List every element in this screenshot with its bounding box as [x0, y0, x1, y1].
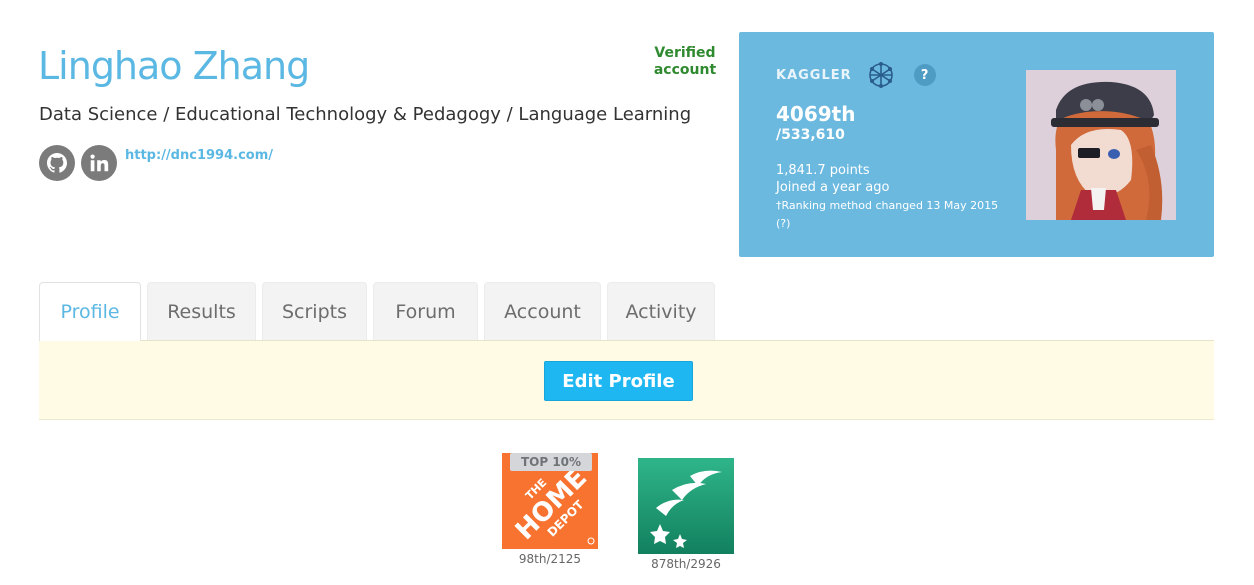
kaggler-row: KAGGLER ? — [776, 60, 936, 90]
tab-results[interactable]: Results — [147, 282, 256, 340]
profile-tabs: Profile Results Scripts Forum Account Ac… — [39, 282, 715, 341]
tab-activity[interactable]: Activity — [607, 282, 715, 340]
user-rank: 4069th — [776, 102, 856, 126]
ranking-method-help-link[interactable]: (?) — [776, 217, 790, 230]
competition-result: 878th/2926 — [651, 557, 721, 571]
linkedin-icon[interactable] — [81, 145, 117, 181]
total-users: /533,610 — [776, 127, 845, 143]
tab-account[interactable]: Account — [484, 282, 601, 340]
competition-result: 98th/2125 — [518, 552, 582, 566]
kaggler-network-icon — [866, 60, 896, 90]
competition-bnp[interactable]: 878th/2926 — [638, 458, 734, 571]
edit-profile-bar: Edit Profile — [39, 340, 1214, 420]
help-badge[interactable]: ? — [913, 64, 936, 86]
github-icon[interactable] — [39, 145, 75, 181]
profile-tagline: Data Science / Educational Technology & … — [39, 104, 692, 125]
profile-name: Linghao Zhang — [38, 44, 310, 88]
bnp-paribas-logo[interactable] — [638, 458, 734, 554]
ranking-method-note: †Ranking method changed 13 May 2015 — [776, 199, 999, 212]
edit-profile-button[interactable]: Edit Profile — [544, 361, 693, 401]
website-link[interactable]: http://dnc1994.com/ — [125, 148, 273, 163]
verified-account-label: Verified account — [653, 45, 717, 78]
kaggler-rank-card: KAGGLER ? 4069th /533,610 1,841.7 points… — [739, 32, 1214, 257]
tab-forum[interactable]: Forum — [373, 282, 478, 340]
avatar — [1026, 70, 1176, 220]
competition-home-depot[interactable]: THE HOME DEPOT TOP 10% 98th/2125 — [502, 453, 598, 566]
user-points: 1,841.7 points — [776, 163, 870, 178]
joined-date: Joined a year ago — [776, 180, 890, 195]
tab-profile[interactable]: Profile — [39, 282, 141, 341]
kaggler-label: KAGGLER — [776, 67, 852, 83]
tab-scripts[interactable]: Scripts — [262, 282, 367, 340]
top-10-percent-badge: TOP 10% — [510, 453, 592, 471]
social-links — [39, 145, 117, 181]
